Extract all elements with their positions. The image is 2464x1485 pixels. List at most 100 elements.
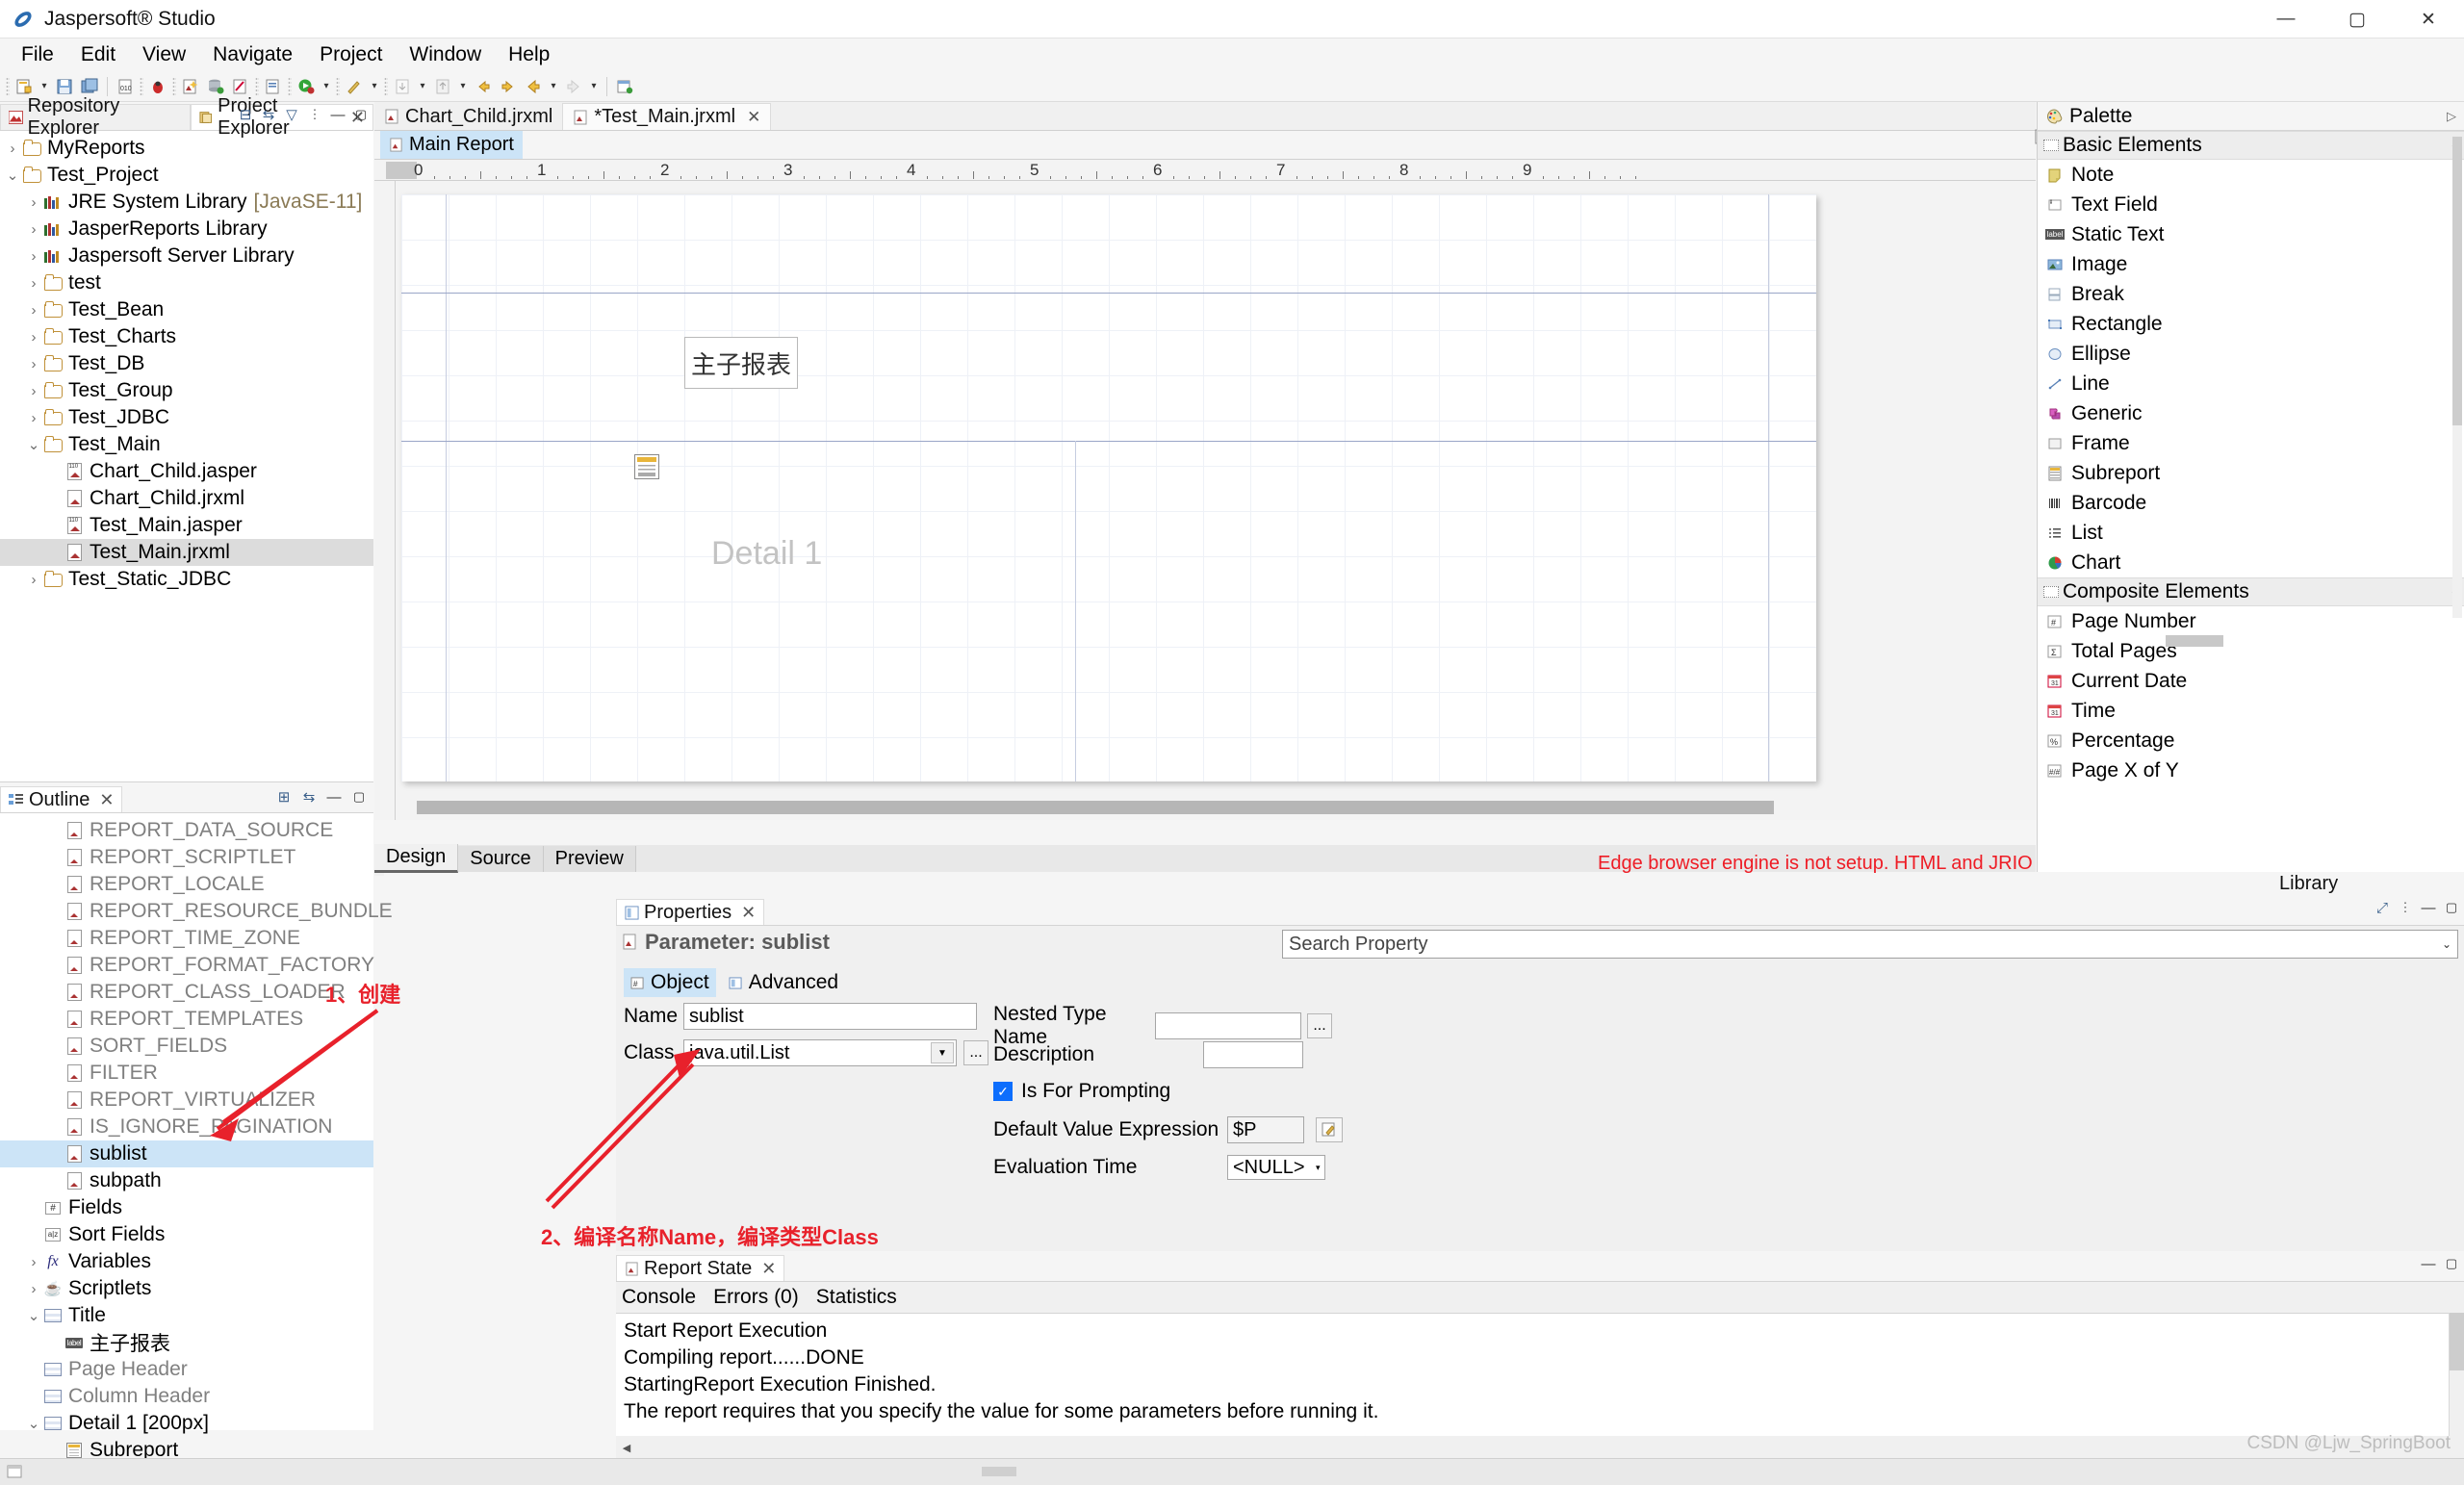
palette-item[interactable]: ΣTotal Pages [2038, 636, 2464, 666]
back-dropdown-icon[interactable]: ▾ [546, 74, 561, 99]
chevron-down-icon[interactable]: ⌄ [25, 1307, 42, 1324]
chevron-right-icon[interactable]: › [25, 383, 42, 399]
tree-item[interactable]: ›Jaspersoft Server Library [0, 243, 373, 269]
view-menu-icon[interactable]: ⋮ [2397, 899, 2414, 916]
palette-item[interactable]: List [2038, 518, 2464, 548]
close-icon[interactable]: ✕ [747, 108, 760, 127]
tab-preview[interactable]: Preview [544, 846, 636, 872]
toolbar-grip-3[interactable] [172, 77, 176, 96]
console-horizontal-scrollbar[interactable]: ◀ [616, 1437, 2464, 1458]
maximize-icon[interactable]: ▢ [2443, 1255, 2460, 1272]
format-dropdown-icon[interactable]: ▾ [367, 74, 382, 99]
tab-properties[interactable]: Properties ✕ [616, 899, 764, 925]
toolbar-grip[interactable] [6, 77, 10, 96]
tree-item[interactable]: ›JasperReports Library [0, 216, 373, 243]
tree-item[interactable]: a|zSort Fields [0, 1221, 373, 1248]
palette-item[interactable]: Barcode [2038, 488, 2464, 518]
pin-icon[interactable]: ⤢ [2374, 899, 2391, 916]
default-value-input[interactable]: $P [1227, 1116, 1304, 1143]
import-dropdown-icon[interactable]: ▾ [415, 74, 430, 99]
menu-navigate[interactable]: Navigate [199, 40, 306, 69]
palette-item[interactable]: Ellipse [2038, 339, 2464, 369]
tree-item[interactable]: ›Test_JDBC [0, 404, 373, 431]
tree-item[interactable]: label主子报表 [0, 1329, 373, 1356]
palette-item[interactable]: Subreport [2038, 458, 2464, 488]
tree-item[interactable]: ›Test_DB [0, 350, 373, 377]
tree-item[interactable]: REPORT_TIME_ZONE [0, 925, 373, 952]
tree-item[interactable]: IS_IGNORE_PAGINATION [0, 1114, 373, 1140]
menu-edit[interactable]: Edit [67, 40, 129, 69]
maximize-icon[interactable]: ▢ [350, 788, 368, 806]
chevron-right-icon[interactable]: › [25, 1254, 42, 1270]
tree-item[interactable]: REPORT_CLASS_LOADER [0, 979, 373, 1006]
tab-source[interactable]: Source [458, 846, 543, 872]
filter-icon[interactable]: ▽ [283, 106, 300, 123]
chevron-down-icon[interactable]: ▼ [931, 1042, 954, 1063]
toolbar-grip-6[interactable] [336, 77, 340, 96]
nested-type-input[interactable] [1155, 1012, 1301, 1039]
tab-design[interactable]: Design [374, 844, 458, 873]
toolbar-grip-5[interactable] [288, 77, 292, 96]
tree-item[interactable]: REPORT_SCRIPTLET [0, 844, 373, 871]
palette-item[interactable]: Note [2038, 160, 2464, 190]
menu-window[interactable]: Window [396, 40, 495, 69]
menu-project[interactable]: Project [306, 40, 396, 69]
link-icon[interactable]: ⇆ [300, 788, 318, 806]
main-report-chip[interactable]: Main Report [380, 131, 523, 159]
palette-item[interactable]: #Page Number [2038, 606, 2464, 636]
forward-nav-icon[interactable] [496, 74, 521, 99]
chevron-right-icon[interactable]: › [25, 248, 42, 265]
toolbar-grip-7[interactable] [384, 77, 388, 96]
menu-help[interactable]: Help [495, 40, 563, 69]
tab-report-state[interactable]: Report State ✕ [616, 1255, 784, 1281]
chevron-right-icon[interactable]: › [25, 275, 42, 292]
tree-item[interactable]: SORT_FIELDS [0, 1033, 373, 1060]
group-toggle-icon[interactable] [2043, 586, 2059, 598]
tree-item[interactable]: ⌄Test_Project [0, 162, 373, 189]
description-input[interactable] [1203, 1041, 1303, 1068]
tree-item[interactable]: ⌄Test_Main [0, 431, 373, 458]
palette-item[interactable]: labelStatic Text [2038, 219, 2464, 249]
subtab-console[interactable]: Console [622, 1286, 696, 1309]
tab-test-main-jrxml[interactable]: *Test_Main.jrxml ✕ [562, 103, 771, 130]
toolbar-grip-2[interactable] [140, 77, 143, 96]
class-browse-button[interactable]: ... [963, 1040, 988, 1065]
palette-item[interactable]: %Percentage [2038, 726, 2464, 755]
maximize-button[interactable]: ▢ [2322, 0, 2393, 38]
tree-item[interactable]: ›☕Scriptlets [0, 1275, 373, 1302]
back-nav-icon[interactable] [471, 74, 496, 99]
format-painter-icon[interactable] [342, 74, 367, 99]
palette-item[interactable]: Rectangle [2038, 309, 2464, 339]
palette-item[interactable]: Frame [2038, 428, 2464, 458]
palette-item[interactable]: Break [2038, 279, 2464, 309]
tree-item[interactable]: Page Header [0, 1356, 373, 1383]
chevron-down-icon[interactable]: ⌄ [4, 166, 21, 184]
class-combo[interactable]: java.util.List ▼ [683, 1039, 957, 1066]
new-window-icon[interactable] [612, 74, 637, 99]
close-button[interactable]: ✕ [2393, 0, 2464, 38]
export-dropdown-icon[interactable]: ▾ [455, 74, 471, 99]
chevron-right-icon[interactable]: › [25, 194, 42, 211]
chevron-right-icon[interactable]: › [4, 141, 21, 157]
chevron-right-icon[interactable]: › [25, 302, 42, 319]
palette-item[interactable]: Chart [2038, 548, 2464, 577]
design-area[interactable]: 主子报表 Detail 1 [396, 181, 2036, 797]
tree-item[interactable]: ›Test_Group [0, 377, 373, 404]
tree-item[interactable]: ›Test_Static_JDBC [0, 566, 373, 593]
subreport-icon[interactable] [634, 454, 659, 479]
maximize-icon[interactable]: ▢ [352, 106, 370, 123]
tree-item[interactable]: ⌄Detail 1 [200px] [0, 1410, 373, 1437]
tree-item[interactable]: ›fxVariables [0, 1248, 373, 1275]
chevron-right-icon[interactable]: › [25, 410, 42, 426]
tree-item[interactable]: ›test [0, 269, 373, 296]
tree-item[interactable]: Test_Main.jasper [0, 512, 373, 539]
import-icon[interactable] [390, 74, 415, 99]
palette-item[interactable]: Text Field [2038, 190, 2464, 219]
palette-group-header[interactable]: Composite Elements« [2038, 577, 2464, 606]
forward-dropdown-icon[interactable]: ▾ [586, 74, 602, 99]
chevron-down-icon[interactable]: ⌄ [25, 1415, 42, 1432]
tab-advanced[interactable]: Advanced [722, 968, 845, 997]
menu-view[interactable]: View [129, 40, 199, 69]
palette-item[interactable]: Image [2038, 249, 2464, 279]
link-editor-icon[interactable]: ⇆ [260, 106, 277, 123]
